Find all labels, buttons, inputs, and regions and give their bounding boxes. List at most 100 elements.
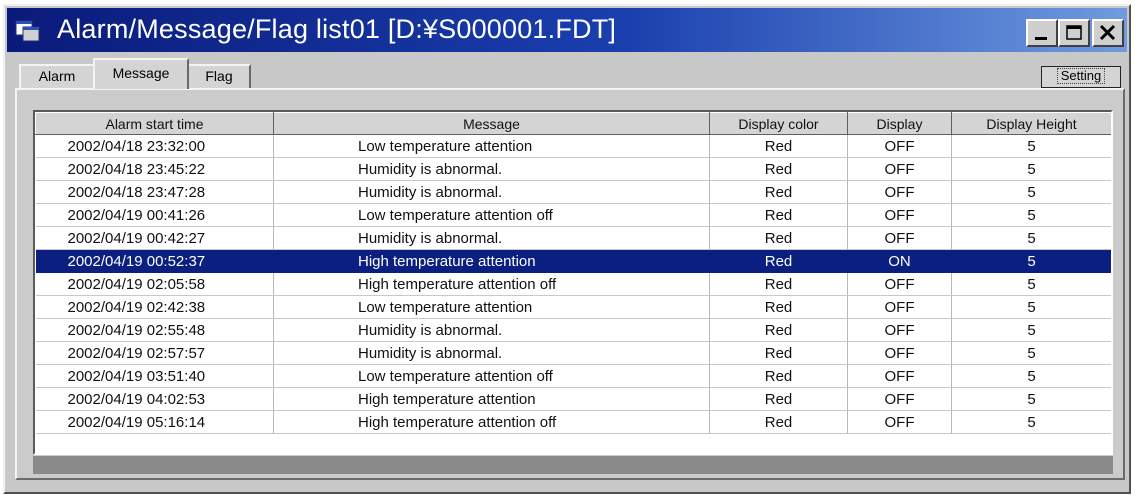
cell-message: Humidity is abnormal. <box>273 341 710 365</box>
cell-alarm-start-time: 2002/04/18 23:32:00 <box>35 134 274 158</box>
cell-alarm-start-time: 2002/04/19 05:16:14 <box>35 410 274 434</box>
maximize-button[interactable] <box>1058 19 1090 47</box>
cell-display: OFF <box>847 226 952 250</box>
tab-message[interactable]: Message <box>93 58 189 89</box>
cell-alarm-start-time: 2002/04/18 23:45:22 <box>35 157 274 181</box>
cell-alarm-start-time: 2002/04/19 00:52:37 <box>35 249 274 273</box>
alarm-message-flag-window: Alarm/Message/Flag list01 [D:¥S000001.FD… <box>3 4 1131 494</box>
table-row[interactable]: 2002/04/18 23:47:28 Humidity is abnormal… <box>35 180 1111 204</box>
horizontal-scrollbar[interactable] <box>33 456 1113 474</box>
cell-display-color: Red <box>709 364 848 388</box>
table-row[interactable]: 2002/04/19 02:05:58 High temperature att… <box>35 272 1111 296</box>
tab-strip: Alarm Message Flag <box>15 58 1125 89</box>
table-row[interactable]: 2002/04/19 00:52:37 High temperature att… <box>35 249 1111 273</box>
close-button[interactable] <box>1092 19 1124 47</box>
cell-display-height: 5 <box>951 341 1111 365</box>
cell-alarm-start-time: 2002/04/19 04:02:53 <box>35 387 274 411</box>
cell-display-height: 5 <box>951 180 1111 204</box>
cell-display-height: 5 <box>951 134 1111 158</box>
cell-display: OFF <box>847 387 952 411</box>
table-row[interactable]: 2002/04/19 02:57:57 Humidity is abnormal… <box>35 341 1111 365</box>
cell-message: Humidity is abnormal. <box>273 157 710 181</box>
column-header-display-height[interactable]: Display Height <box>951 112 1111 135</box>
cell-message: High temperature attention off <box>273 410 710 434</box>
column-header-display-color[interactable]: Display color <box>709 112 848 135</box>
column-header-message[interactable]: Message <box>273 112 710 135</box>
table-header-row: Alarm start time Message Display color D… <box>35 112 1111 135</box>
cell-alarm-start-time: 2002/04/19 00:41:26 <box>35 203 274 227</box>
cell-message: High temperature attention <box>273 387 710 411</box>
cell-alarm-start-time: 2002/04/19 02:42:38 <box>35 295 274 319</box>
cell-message: High temperature attention off <box>273 272 710 296</box>
cell-message: Humidity is abnormal. <box>273 318 710 342</box>
message-grid[interactable]: Alarm start time Message Display color D… <box>33 110 1113 455</box>
table-row[interactable]: 2002/04/19 03:51:40 Low temperature atten… <box>35 364 1111 388</box>
cell-alarm-start-time: 2002/04/19 02:05:58 <box>35 272 274 296</box>
tab-alarm[interactable]: Alarm <box>19 64 95 88</box>
cell-display: OFF <box>847 318 952 342</box>
cell-display-color: Red <box>709 157 848 181</box>
table-row[interactable]: 2002/04/19 04:02:53 High temperature att… <box>35 387 1111 411</box>
column-header-display[interactable]: Display <box>847 112 952 135</box>
tab-flag[interactable]: Flag <box>187 64 251 88</box>
message-table: Alarm start time Message Display color D… <box>35 112 1111 434</box>
cell-display: OFF <box>847 272 952 296</box>
cell-display-height: 5 <box>951 157 1111 181</box>
cell-display-color: Red <box>709 410 848 434</box>
cell-display-height: 5 <box>951 272 1111 296</box>
close-icon <box>1099 24 1116 41</box>
cell-display: OFF <box>847 203 952 227</box>
cell-display: OFF <box>847 157 952 181</box>
maximize-icon <box>1066 25 1082 40</box>
cell-message: Humidity is abnormal. <box>273 226 710 250</box>
column-header-alarm-start-time[interactable]: Alarm start time <box>35 112 274 135</box>
table-row[interactable]: 2002/04/18 23:45:22 Humidity is abnormal… <box>35 157 1111 181</box>
cell-display: OFF <box>847 410 952 434</box>
cell-display-color: Red <box>709 180 848 204</box>
table-row[interactable]: 2002/04/19 02:55:48 Humidity is abnormal… <box>35 318 1111 342</box>
cell-display-color: Red <box>709 318 848 342</box>
cell-alarm-start-time: 2002/04/18 23:47:28 <box>35 180 274 204</box>
cell-display: ON <box>847 249 952 273</box>
table-row[interactable]: 2002/04/19 00:42:27 Humidity is abnormal… <box>35 226 1111 250</box>
cell-display: OFF <box>847 364 952 388</box>
setting-button[interactable]: Setting <box>1041 66 1121 88</box>
cell-alarm-start-time: 2002/04/19 00:42:27 <box>35 226 274 250</box>
cell-display: OFF <box>847 341 952 365</box>
cell-display-color: Red <box>709 249 848 273</box>
cell-message: High temperature attention <box>273 249 710 273</box>
cell-message: Low temperature attention <box>273 134 710 158</box>
cell-alarm-start-time: 2002/04/19 02:57:57 <box>35 341 274 365</box>
window-title: Alarm/Message/Flag list01 [D:¥S000001.FD… <box>57 14 617 44</box>
cell-display-color: Red <box>709 272 848 296</box>
table-row[interactable]: 2002/04/19 05:16:14 High temperature att… <box>35 410 1111 434</box>
minimize-button[interactable] <box>1026 19 1058 47</box>
setting-button-label: Setting <box>1056 68 1106 84</box>
cell-display-height: 5 <box>951 387 1111 411</box>
table-row[interactable]: 2002/04/19 00:41:26 Low temperature atten… <box>35 203 1111 227</box>
cell-display-color: Red <box>709 203 848 227</box>
cell-display-color: Red <box>709 387 848 411</box>
cell-alarm-start-time: 2002/04/19 03:51:40 <box>35 364 274 388</box>
cell-display-color: Red <box>709 226 848 250</box>
cell-display-height: 5 <box>951 203 1111 227</box>
cell-message: Low temperature attention off <box>273 364 710 388</box>
table-row[interactable]: 2002/04/19 02:42:38 Low temperature atten… <box>35 295 1111 319</box>
title-bar[interactable]: Alarm/Message/Flag list01 [D:¥S000001.FD… <box>7 8 1127 52</box>
cell-display-height: 5 <box>951 295 1111 319</box>
cell-message: Humidity is abnormal. <box>273 180 710 204</box>
cell-display-height: 5 <box>951 318 1111 342</box>
cell-display-height: 5 <box>951 364 1111 388</box>
cell-display-color: Red <box>709 295 848 319</box>
table-body: 2002/04/18 23:32:00 Low temperature atten… <box>35 134 1111 434</box>
cell-display-height: 5 <box>951 226 1111 250</box>
cell-alarm-start-time: 2002/04/19 02:55:48 <box>35 318 274 342</box>
cell-display: OFF <box>847 180 952 204</box>
table-row[interactable]: 2002/04/18 23:32:00 Low temperature atten… <box>35 134 1111 158</box>
cell-message: Low temperature attention off <box>273 203 710 227</box>
cell-display-height: 5 <box>951 410 1111 434</box>
cell-display-color: Red <box>709 134 848 158</box>
cell-display: OFF <box>847 295 952 319</box>
app-window-icon <box>15 20 40 42</box>
cell-display-color: Red <box>709 341 848 365</box>
